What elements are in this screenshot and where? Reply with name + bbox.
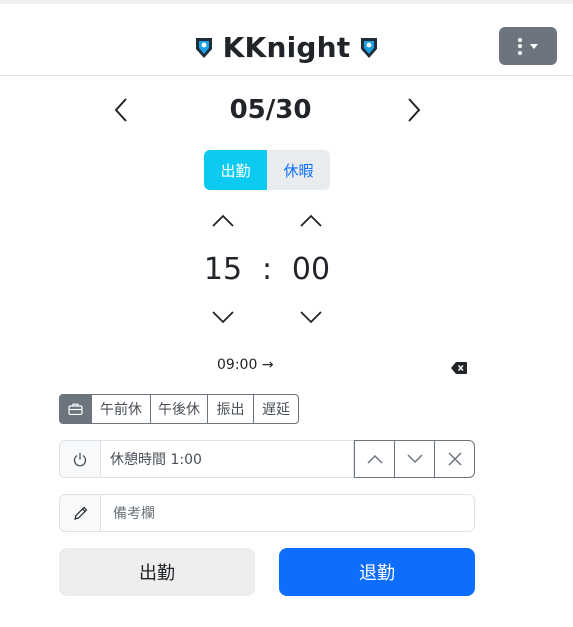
mode-work-button[interactable]: 出勤	[204, 150, 267, 190]
knight-shield-icon	[195, 37, 213, 59]
mode-toggle: 出勤 休暇	[204, 150, 330, 190]
backspace-icon[interactable]	[451, 359, 467, 378]
mode-leave-button[interactable]: 休暇	[267, 150, 330, 190]
briefcase-icon[interactable]	[59, 394, 92, 424]
app-title: KKnight	[222, 31, 351, 64]
clock-out-button[interactable]: 退勤	[279, 548, 475, 596]
leave-options: 午前休 午後休 振出 遅延	[59, 394, 299, 424]
caret-down-icon	[530, 43, 538, 49]
time-range: 09:00 →	[217, 355, 274, 375]
option-delay[interactable]: 遅延	[253, 394, 299, 424]
pencil-icon	[59, 494, 101, 532]
memo-group: 備考欄	[59, 494, 475, 532]
date-navigator: 05/30	[108, 92, 433, 128]
minute-up-icon[interactable]	[300, 213, 322, 232]
app-header: KKnight	[0, 4, 573, 76]
chevron-right-icon[interactable]	[407, 98, 421, 126]
chevron-down-icon	[406, 454, 423, 464]
option-afternoon-off[interactable]: 午後休	[150, 394, 208, 424]
break-time-group: 休憩時間 1:00	[59, 440, 475, 478]
chevron-up-icon	[366, 454, 383, 464]
hour-value[interactable]: 15	[193, 250, 253, 290]
break-decrease-button[interactable]	[394, 440, 435, 478]
hour-up-icon[interactable]	[212, 213, 234, 232]
hour-down-icon[interactable]	[212, 309, 234, 328]
range-start: 09:00	[217, 357, 258, 373]
current-date: 05/30	[229, 95, 312, 125]
range-arrow: →	[261, 357, 274, 373]
kebab-icon	[518, 37, 522, 55]
power-icon	[59, 440, 101, 478]
knight-shield-icon	[360, 37, 378, 59]
option-substitute-work[interactable]: 振出	[207, 394, 254, 424]
brand: KKnight	[0, 31, 573, 64]
menu-dropdown-button[interactable]	[499, 27, 557, 65]
option-morning-off[interactable]: 午前休	[91, 394, 151, 424]
minute-value[interactable]: 00	[281, 250, 341, 290]
close-icon	[447, 452, 462, 466]
time-separator: :	[261, 252, 273, 287]
break-clear-button[interactable]	[434, 440, 475, 478]
break-time-value: 休憩時間 1:00	[101, 440, 354, 478]
minute-down-icon[interactable]	[300, 309, 322, 328]
break-increase-button[interactable]	[354, 440, 395, 478]
memo-input[interactable]: 備考欄	[101, 494, 475, 532]
clock-in-button[interactable]: 出勤	[59, 548, 255, 596]
